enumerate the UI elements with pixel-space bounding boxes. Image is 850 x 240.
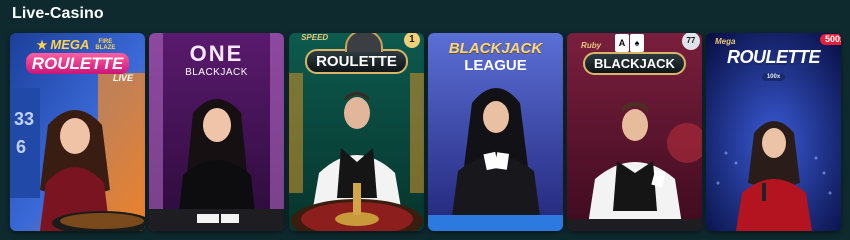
game-card-ruby-blackjack[interactable]: Ruby A ♠ 77 BLACKJACK	[567, 33, 702, 231]
roulette-wheel-icon	[345, 33, 384, 52]
multiplier-badge: 500x	[819, 34, 841, 45]
section-title: Live-Casino	[12, 5, 104, 22]
game-logo: Ruby A ♠ 77 BLACKJACK	[567, 33, 702, 75]
game-logo: ONE BLACKJACK	[185, 41, 248, 78]
game-logo: ★ MEGA FIRE BLAZE ROULETTE LIVE	[10, 38, 145, 83]
board-number: 6	[16, 137, 27, 157]
game-badge: 1	[403, 33, 420, 48]
multiplier-label: 100x	[761, 73, 786, 81]
game-logo: Mega 500x ROULETTE 100x	[706, 34, 841, 82]
game-card-one-blackjack[interactable]: ONE BLACKJACK	[149, 33, 284, 231]
game-row: 33 6 ★ MEGA FIRE BLAZE ROULETTE LIVE ONE…	[10, 33, 841, 231]
game-card-mega-fire-blaze-roulette[interactable]: 33 6 ★ MEGA FIRE BLAZE ROULETTE LIVE	[10, 33, 145, 231]
board-number: 33	[14, 109, 35, 129]
game-card-mega-roulette[interactable]: Mega 500x ROULETTE 100x	[706, 33, 841, 231]
game-logo: BLACKJACK LEAGUE	[448, 40, 543, 74]
game-card-speed-roulette[interactable]: SPEED 1 ROULETTE	[289, 33, 424, 231]
star-icon: ★	[36, 37, 48, 52]
game-card-blackjack-league[interactable]: BLACKJACK LEAGUE	[428, 33, 563, 231]
game-badge: 77	[681, 33, 700, 50]
playing-cards-icon: A ♠	[615, 34, 645, 52]
game-logo: SPEED 1 ROULETTE	[289, 33, 424, 74]
